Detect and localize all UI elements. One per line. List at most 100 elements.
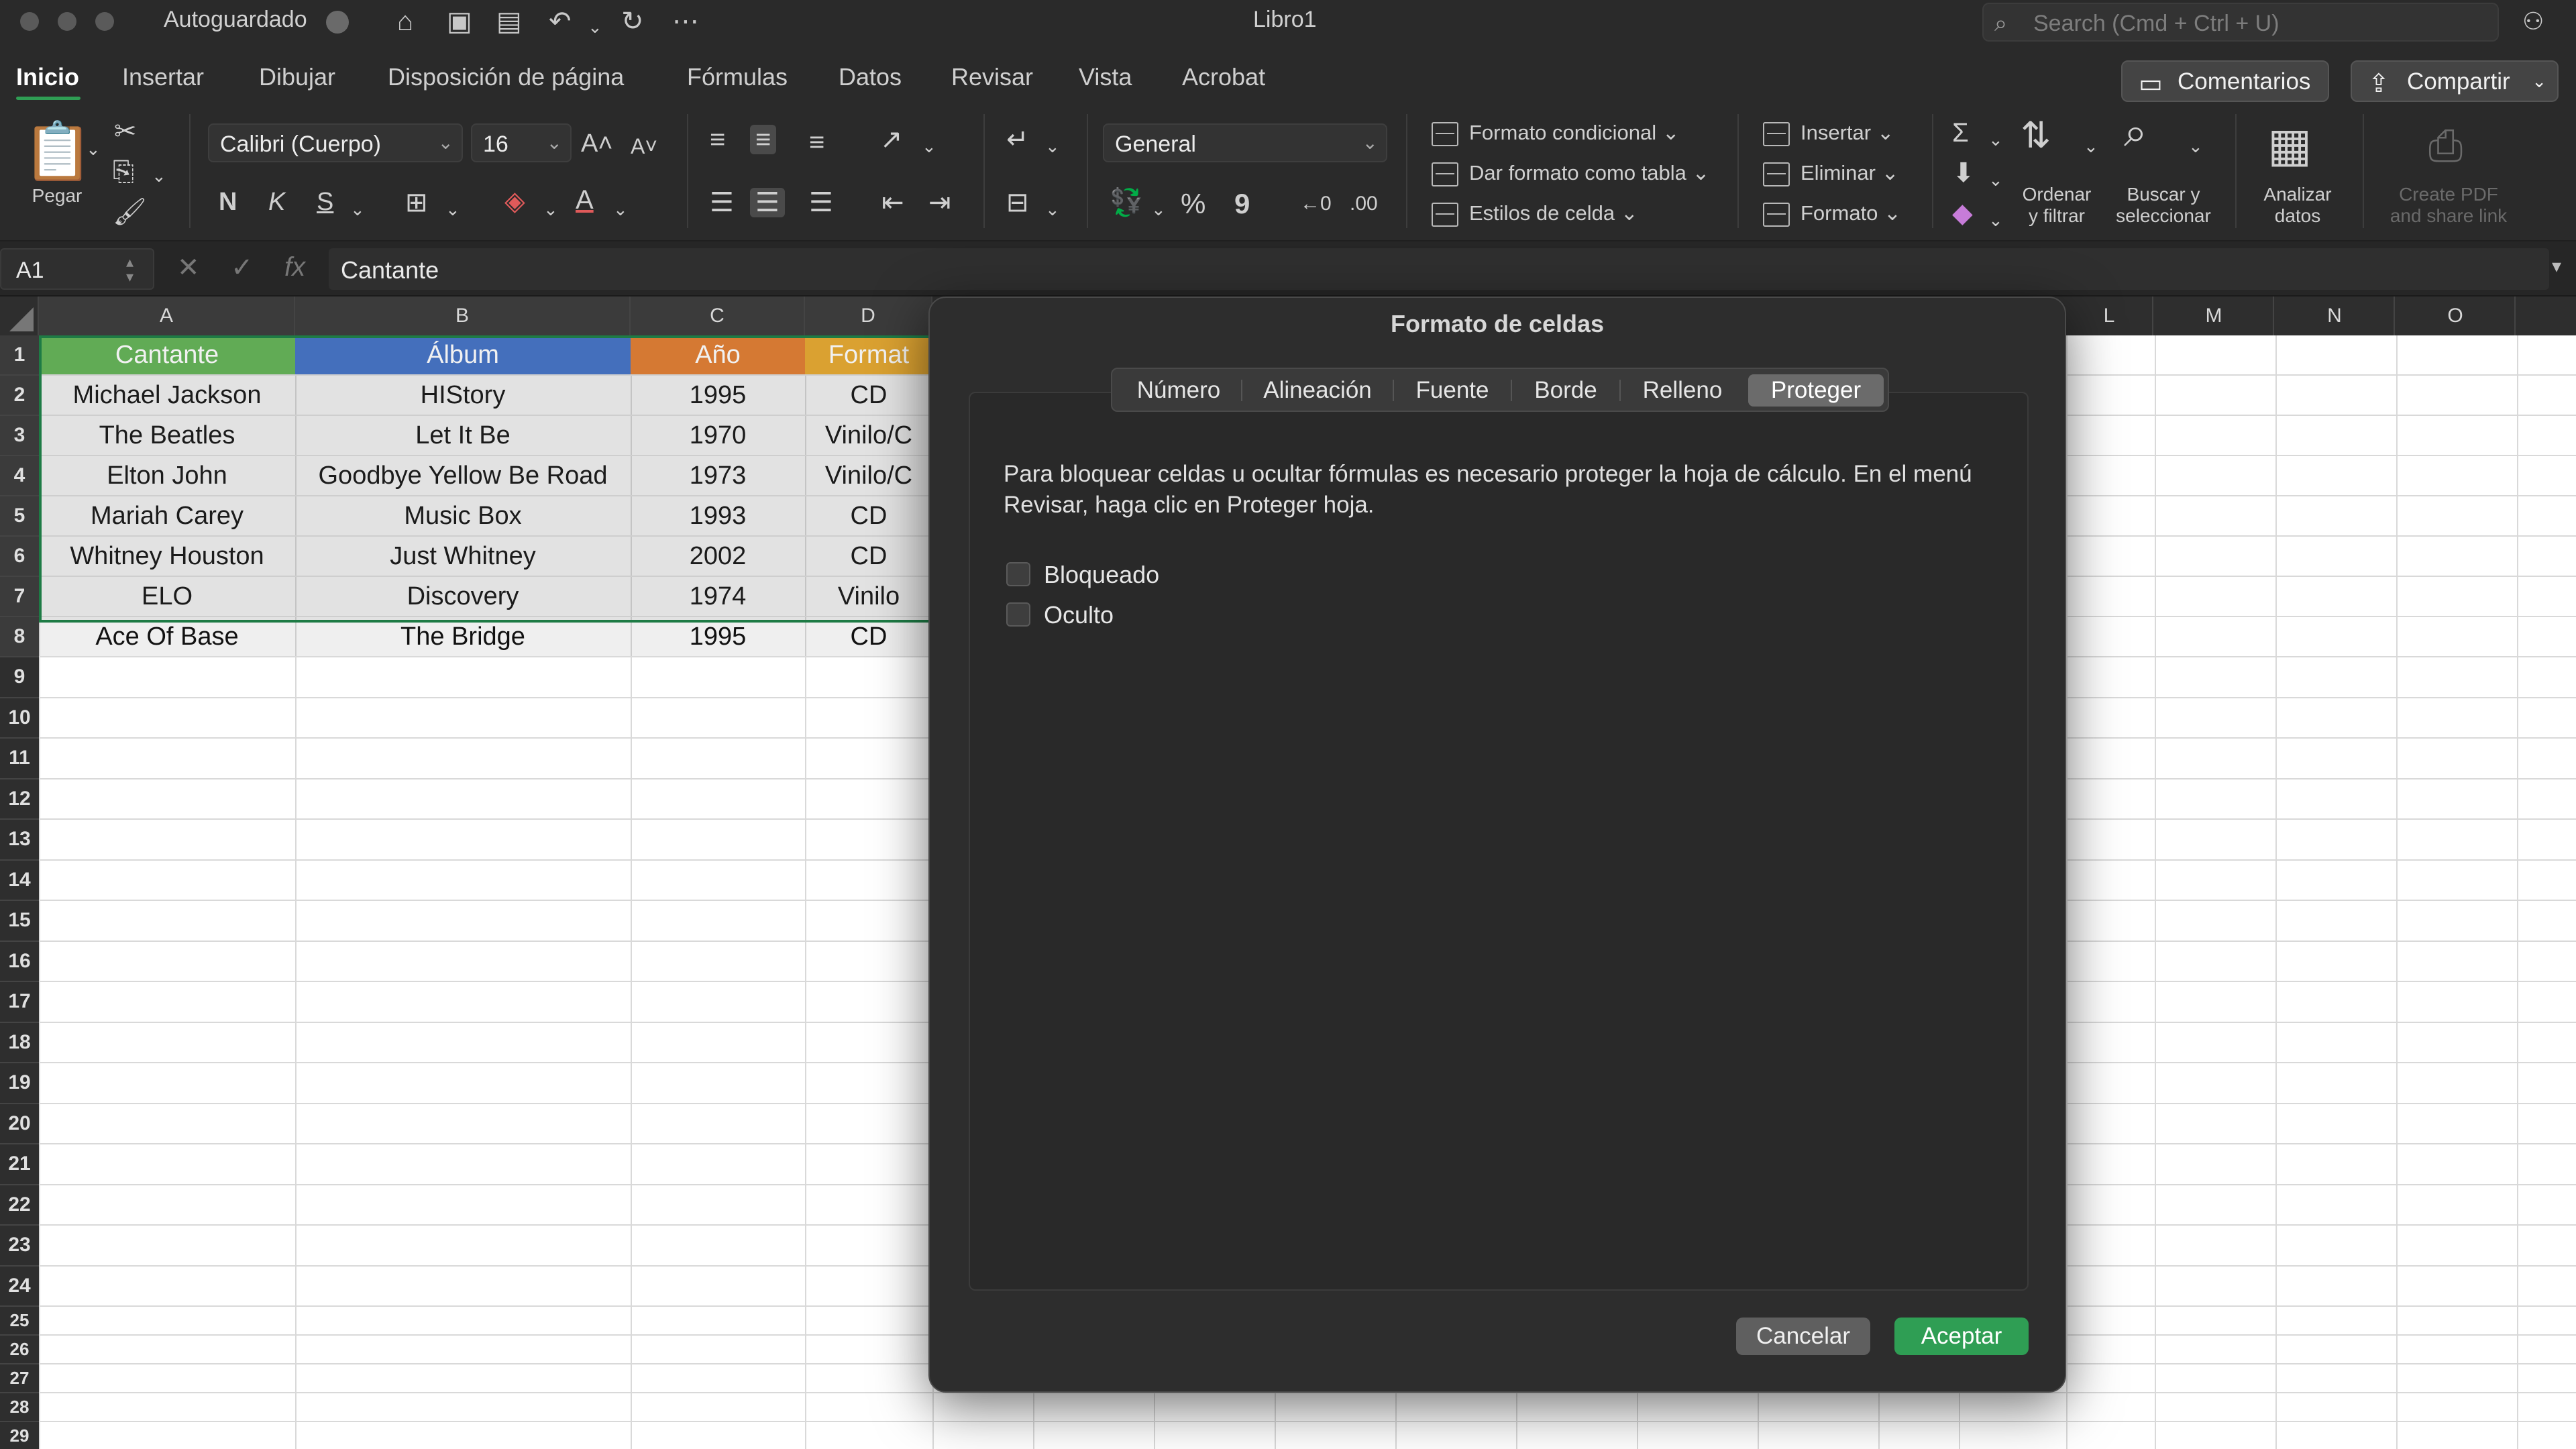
table-cell[interactable]: ELO [39,577,295,616]
table-cell[interactable]: Vinilo [805,577,932,616]
table-cell[interactable]: Ace Of Base [39,617,295,656]
more-icon[interactable]: ⋯ [672,8,699,35]
table-cell[interactable]: Music Box [295,496,631,535]
underline-dropdown-icon[interactable]: ⌄ [350,195,365,224]
tab-dibujar[interactable]: Dibujar [259,63,335,91]
delete-cells-button[interactable]: Eliminar ⌄ [1763,161,1899,186]
row-header[interactable]: 5 [0,496,39,537]
tab-revisar[interactable]: Revisar [951,63,1033,91]
row-header[interactable]: 19 [0,1063,39,1104]
search-box[interactable]: ⌕ Search (Cmd + Ctrl + U) [1982,3,2499,42]
undo-dropdown-icon[interactable]: ⌄ [588,13,602,40]
row-header[interactable]: 24 [0,1266,39,1307]
comma-button[interactable]: 9 [1234,188,1250,220]
table-cell[interactable]: 1995 [631,617,805,656]
orientation-icon[interactable]: ↗ [880,125,903,154]
tab-formulas[interactable]: Fórmulas [687,63,788,91]
increase-font-icon[interactable]: A˄ [581,129,613,158]
row-header[interactable]: 25 [0,1307,39,1336]
table-cell[interactable]: 1973 [631,456,805,495]
autosave-toggle[interactable] [326,11,349,34]
create-pdf-icon[interactable]: ⎙ [2428,121,2463,170]
row-header[interactable]: 16 [0,941,39,982]
hidden-checkbox-box[interactable] [1006,602,1030,627]
column-header-a[interactable]: A [39,297,295,335]
minimize-window-button[interactable] [58,12,76,31]
increase-indent-icon[interactable]: ⇥ [928,188,951,217]
ok-button[interactable]: Aceptar [1894,1318,2029,1355]
table-cell[interactable]: The Beatles [39,416,295,455]
currency-dropdown-icon[interactable]: ⌄ [1151,195,1166,224]
row-header[interactable]: 23 [0,1226,39,1267]
row-header[interactable]: 29 [0,1422,39,1449]
clear-dropdown-icon[interactable]: ⌄ [1988,205,2003,235]
merge-icon[interactable]: ⊟ [1006,188,1029,217]
sort-filter-icon[interactable]: ⇅ [2021,117,2051,154]
analyze-data-icon[interactable]: ▦ [2267,118,2312,172]
tab-datos[interactable]: Datos [839,63,902,91]
tab-proteger[interactable]: Proteger [1748,374,1884,407]
table-cell[interactable]: CD [805,617,932,656]
tab-relleno[interactable]: Relleno [1623,374,1741,407]
table-cell[interactable]: Just Whitney [295,537,631,576]
row-header[interactable]: 8 [0,617,39,657]
borders-icon[interactable]: ⊞ [405,188,428,217]
row-header[interactable]: 15 [0,901,39,942]
column-header-m[interactable]: M [2155,297,2274,335]
tab-insertar[interactable]: Insertar [122,63,204,91]
table-cell[interactable]: Whitney Houston [39,537,295,576]
row-header[interactable]: 9 [0,657,39,698]
tab-numero[interactable]: Número [1120,374,1237,407]
undo-icon[interactable]: ↶ [549,8,572,35]
cancel-entry-icon[interactable]: ✕ [177,252,200,283]
row-header[interactable]: 27 [0,1364,39,1393]
increase-decimal-icon[interactable]: ←0 [1300,189,1332,219]
align-center-icon[interactable]: ☰ [750,188,785,217]
redo-icon[interactable]: ↻ [621,8,644,35]
format-cells-button[interactable]: Formato ⌄ [1763,201,1901,227]
number-format-combo[interactable]: General ⌄ [1103,123,1387,162]
align-top-icon[interactable]: ≡ [710,125,725,154]
tab-borde[interactable]: Borde [1515,374,1617,407]
fill-color-icon[interactable]: ◈ [504,186,525,216]
save-as-icon[interactable]: ▤ [496,8,522,35]
font-color-icon[interactable]: A [576,185,594,215]
column-header-b[interactable]: B [295,297,631,335]
row-header[interactable]: 4 [0,456,39,496]
select-all-corner[interactable] [0,297,39,335]
orientation-dropdown-icon[interactable]: ⌄ [922,131,936,161]
table-cell[interactable]: 1993 [631,496,805,535]
table-cell[interactable]: The Bridge [295,617,631,656]
decrease-decimal-icon[interactable]: .00 [1350,189,1378,219]
confirm-entry-icon[interactable]: ✓ [231,252,254,283]
copy-dropdown-icon[interactable]: ⌄ [152,161,166,191]
align-right-icon[interactable]: ☰ [809,188,833,217]
table-cell[interactable]: Michael Jackson [39,376,295,415]
row-header[interactable]: 2 [0,376,39,416]
align-middle-icon[interactable]: ≡ [750,125,777,154]
table-cell[interactable]: 1995 [631,376,805,415]
table-header-cell[interactable]: Año [631,335,805,374]
column-header-o[interactable]: O [2396,297,2516,335]
cut-icon[interactable]: ✂ [114,117,137,146]
table-cell[interactable]: Elton John [39,456,295,495]
table-header-cell[interactable]: Format [805,335,932,374]
row-header[interactable]: 26 [0,1336,39,1364]
share-button[interactable]: ⇪ Compartir ⌄ [2351,60,2559,102]
table-cell[interactable]: Mariah Carey [39,496,295,535]
clear-icon[interactable]: ◆ [1952,199,1973,228]
comments-button[interactable]: ▭ Comentarios [2121,60,2329,102]
table-cell[interactable]: 2002 [631,537,805,576]
row-header[interactable]: 17 [0,982,39,1023]
column-header-d[interactable]: D [805,297,932,335]
home-icon[interactable]: ⌂ [397,8,413,35]
table-cell[interactable]: CD [805,376,932,415]
row-header[interactable]: 13 [0,820,39,861]
table-header-cell[interactable]: Álbum [295,335,631,374]
table-header-cell[interactable]: Cantante [39,335,295,374]
decrease-indent-icon[interactable]: ⇤ [881,188,904,217]
table-cell[interactable]: Vinilo/C [805,416,932,455]
sort-filter-dropdown-icon[interactable]: ⌄ [2084,131,2098,161]
merge-dropdown-icon[interactable]: ⌄ [1045,195,1060,224]
bold-button[interactable]: N [219,188,237,217]
